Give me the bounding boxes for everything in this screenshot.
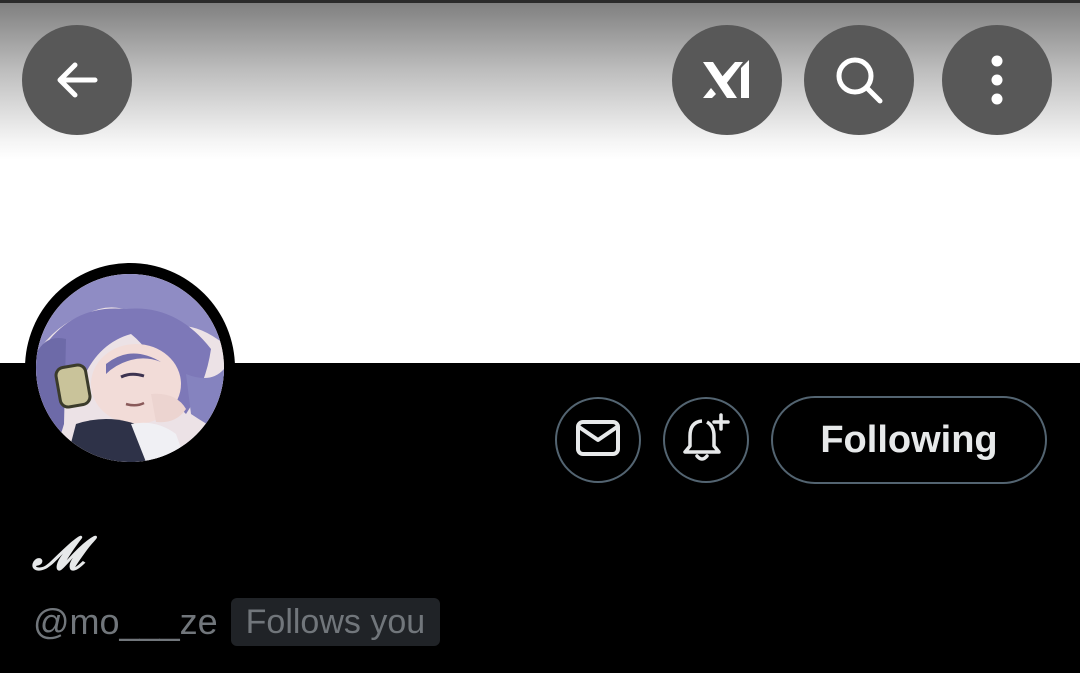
following-button[interactable]: Following (771, 396, 1047, 484)
grok-icon (697, 50, 757, 110)
search-button[interactable] (804, 25, 914, 135)
user-handle: @mo___ze (33, 601, 218, 642)
more-vertical-icon (987, 50, 1007, 110)
envelope-icon (575, 418, 621, 463)
notifications-button[interactable] (663, 397, 749, 483)
handle-row: @mo___ze Follows you (33, 598, 441, 646)
avatar[interactable] (25, 263, 235, 473)
search-icon (829, 50, 889, 110)
status-divider (0, 0, 1080, 3)
profile-page: Following 𝓜 @mo___ze Follows you (0, 0, 1080, 673)
message-button[interactable] (555, 397, 641, 483)
avatar-image (36, 274, 224, 462)
back-button[interactable] (22, 25, 132, 135)
following-label: Following (820, 418, 998, 461)
more-options-button[interactable] (942, 25, 1052, 135)
grok-button[interactable] (672, 25, 782, 135)
follows-you-badge: Follows you (230, 598, 441, 646)
display-name: 𝓜 (32, 526, 84, 580)
arrow-left-icon (51, 54, 103, 106)
bell-plus-icon (680, 412, 732, 469)
